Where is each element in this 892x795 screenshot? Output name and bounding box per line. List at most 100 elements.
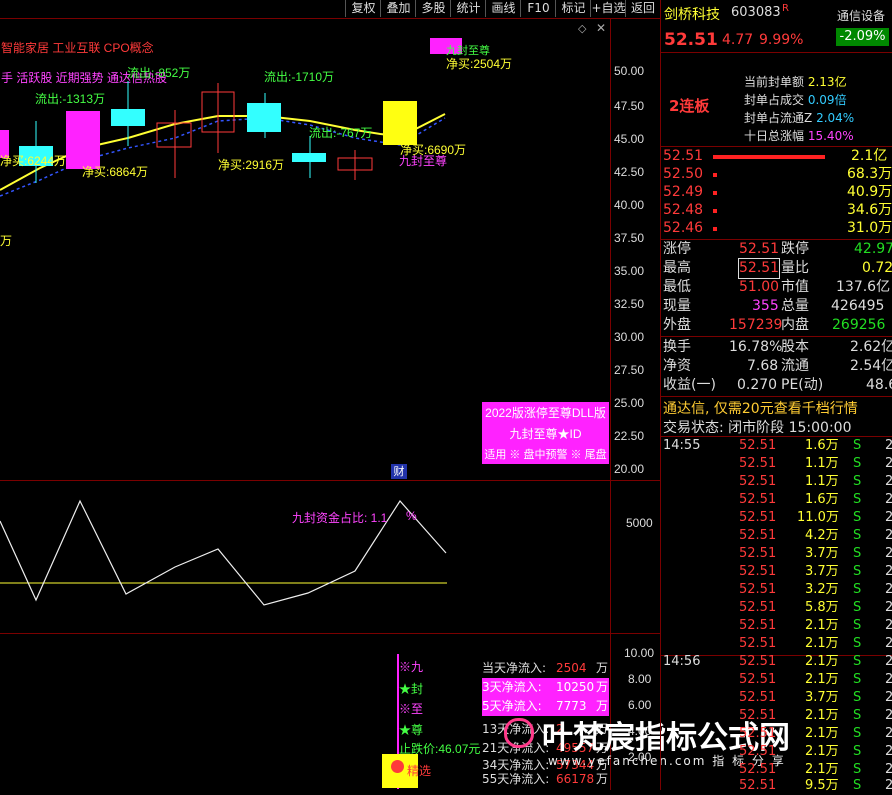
- tick-row: 52.51 2.1万 S 2: [661, 617, 892, 635]
- overlay-button[interactable]: 叠加: [380, 0, 416, 17]
- tick-side: S: [853, 708, 862, 723]
- tick-side: S: [853, 726, 862, 741]
- promo-box[interactable]: 2022版涨停至尊DLL版 九封至尊★ID 适用 ※ 盘中预警 ※ 尾盘: [482, 402, 609, 464]
- tick-price: 52.51: [739, 726, 777, 741]
- tick-vol: 3.2万: [805, 582, 839, 597]
- y-tick: 45.00: [614, 132, 645, 146]
- board-stats: 当前封单额 2.13亿 封单占成交 0.09倍 封单占流通Z 2.04% 十日总…: [744, 73, 854, 145]
- tick-extra: 2: [885, 672, 892, 687]
- ob-vol: 34.6万: [847, 202, 892, 218]
- chart-toolbar: 复权 叠加 多股 统计 画线 F10 标记 +自选 返回: [0, 0, 660, 18]
- quote-panel: 剑桥科技 603083 R 通信设备 -2.09% 52.51 4.77 9.9…: [660, 0, 892, 793]
- tick-extra: 2: [885, 456, 892, 471]
- y-axis-line: [610, 18, 611, 790]
- tick-vol: 2.1万: [805, 618, 839, 633]
- tick-extra: 2: [885, 618, 892, 633]
- orderbook-row: 52.49 40.9万: [661, 183, 892, 202]
- promo-line: 2022版涨停至尊DLL版: [485, 406, 606, 420]
- quote-value: 157239: [729, 317, 783, 333]
- tick-price: 52.51: [739, 564, 777, 579]
- quote-row: 最高 52.51 量比 0.72: [661, 258, 892, 279]
- board-stat-row: 十日总涨幅 15.40%: [744, 127, 854, 145]
- tick-price: 52.51: [739, 708, 777, 723]
- tick-row: 52.51 1.1万 S 2: [661, 455, 892, 473]
- back-button[interactable]: 返回: [625, 0, 660, 17]
- statistics-button[interactable]: 统计: [450, 0, 486, 17]
- tick-price: 52.51: [739, 744, 777, 759]
- y-tick: 40.00: [614, 198, 645, 212]
- ob-vol: 68.3万: [847, 166, 892, 182]
- ob-vol: 2.1亿: [851, 148, 888, 164]
- ob-price: 52.48: [663, 202, 704, 218]
- quote-row: 最低 51.00 市值 137.6亿: [661, 278, 892, 297]
- flow-label: 3天净流入:: [482, 680, 542, 694]
- y-tick: 47.50: [614, 99, 645, 113]
- flow-annotation: 流出:-852万: [127, 66, 191, 80]
- signal-marker: ※九: [399, 660, 424, 674]
- indicator-svg: [0, 499, 447, 606]
- tick-price: 52.51: [739, 618, 777, 633]
- fund-label: 换手: [663, 339, 691, 355]
- promo-line: 适用 ※ 盘中预警 ※ 尾盘: [484, 449, 607, 461]
- divider: [661, 336, 892, 337]
- flow-label: 34天净流入:: [482, 758, 550, 772]
- volume-bar: [713, 155, 825, 159]
- quote-label: 涨停: [663, 241, 691, 257]
- y-tick: 42.50: [614, 165, 645, 179]
- draw-line-button[interactable]: 画线: [485, 0, 521, 17]
- promo-link[interactable]: 通达信, 仅需20元查看千档行情: [663, 398, 858, 418]
- tick-vol: 4.2万: [805, 528, 839, 543]
- buy-annotation: 净买:2916万: [218, 158, 285, 172]
- ob-price: 52.50: [663, 166, 704, 182]
- tick-side: S: [853, 510, 862, 525]
- tick-extra: 2: [885, 744, 892, 759]
- fund-label: 收益(一): [663, 377, 716, 393]
- fund-value: 48.6: [866, 377, 892, 393]
- tick-price: 52.51: [739, 654, 777, 669]
- tick-row: 52.51 4.2万 S 2: [661, 527, 892, 545]
- y-tick: 20.00: [614, 462, 645, 476]
- tick-extra: 2: [885, 528, 892, 543]
- tick-extra: 2: [885, 708, 892, 723]
- flow-value: 66178: [556, 772, 595, 786]
- tick-side: S: [853, 528, 862, 543]
- quote-row: 涨停 52.51 跌停 42.97: [661, 240, 892, 259]
- stock-flag: R: [782, 3, 789, 14]
- tick-extra: 2: [885, 726, 892, 741]
- tick-extra: 2: [885, 654, 892, 669]
- orderbook-row: 52.50 68.3万: [661, 165, 892, 184]
- signal-label: 九封至尊: [446, 45, 490, 57]
- stock-name[interactable]: 剑桥科技: [664, 4, 720, 24]
- fundamental-row: 换手 16.78% 股本 2.62亿: [661, 338, 892, 357]
- volume-bar: [713, 227, 717, 231]
- flow-label: 55天净流入:: [482, 772, 550, 786]
- add-watchlist-button[interactable]: +自选: [590, 0, 626, 17]
- stat-label: 封单占成交: [744, 93, 805, 107]
- industry-change: -2.09%: [836, 28, 889, 46]
- tick-side: S: [853, 636, 862, 651]
- tick-row: 52.51 2.1万 S 2: [661, 635, 892, 653]
- multi-stock-button[interactable]: 多股: [415, 0, 451, 17]
- lower-tick: 8.00: [628, 672, 652, 686]
- tick-list[interactable]: 14:55 52.51 1.6万 S 2 52.51 1.1万 S 2 52.51 1.1万 S 2…: [661, 437, 892, 793]
- tick-price: 52.51: [739, 600, 777, 615]
- tick-time: 14:56: [663, 654, 701, 669]
- tick-price: 52.51: [739, 672, 777, 687]
- board-stat-row: 当前封单额 2.13亿: [744, 73, 854, 91]
- ob-vol: 40.9万: [847, 184, 892, 200]
- tick-vol: 2.1万: [805, 636, 839, 651]
- tick-row: 52.51 11.0万 S 2: [661, 509, 892, 527]
- kline-chart-area[interactable]: ◇ ✕ 智能家居 工业互联 CPO概念 手 活跃股 近期强势 通达信热股 50.…: [0, 18, 790, 790]
- lower-tick: 6.00: [628, 698, 652, 712]
- indicator-tick: 5000: [626, 516, 653, 530]
- quote-row: 外盘 157239 内盘 269256: [661, 316, 892, 335]
- industry-label[interactable]: 通信设备: [837, 7, 885, 24]
- f10-button[interactable]: F10: [520, 0, 556, 17]
- mark-button[interactable]: 标记: [555, 0, 591, 17]
- flow-annotation: 流出:-1710万: [264, 70, 335, 84]
- y-tick: 50.00: [614, 64, 645, 78]
- fuquan-button[interactable]: 复权: [345, 0, 381, 17]
- finance-marker[interactable]: 财: [391, 464, 407, 479]
- flow-unit: 万: [596, 772, 609, 786]
- tick-price: 52.51: [739, 690, 777, 705]
